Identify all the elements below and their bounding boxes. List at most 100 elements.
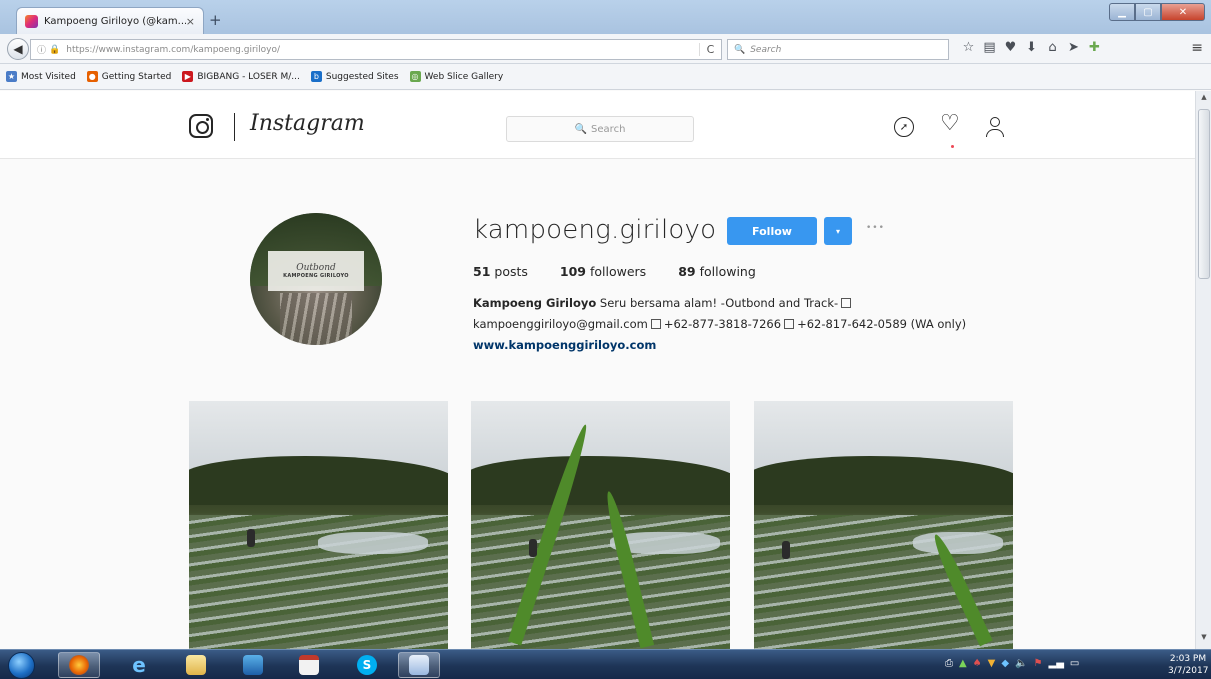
followers-label: followers xyxy=(589,264,647,279)
email-glyph-icon xyxy=(841,298,852,308)
posts-label: posts xyxy=(494,264,528,279)
bookmark-folder-icon: ★ xyxy=(6,71,17,82)
send-icon[interactable]: ➤ xyxy=(1063,40,1084,55)
bookmark-suggested-sites[interactable]: b Suggested Sites xyxy=(310,71,399,82)
profile-avatar[interactable]: Outbond KAMPOENG GIRILOYO xyxy=(250,213,382,345)
instagram-favicon-icon xyxy=(25,14,38,28)
notification-dot xyxy=(951,145,954,148)
bookmark-getting-started[interactable]: ● Getting Started xyxy=(86,71,171,82)
new-tab-button[interactable]: + xyxy=(209,11,222,29)
profile-username: kampoeng.giriloyo xyxy=(473,215,717,245)
lock-icon: 🔒 xyxy=(49,44,61,55)
tray-blue-icon[interactable]: ◆ xyxy=(1001,658,1009,669)
taskbar-word[interactable] xyxy=(398,652,440,678)
follow-button[interactable]: Follow xyxy=(727,217,817,245)
bookmark-label: BIGBANG - LOSER M/... xyxy=(197,71,300,82)
bookmark-bigbang[interactable]: ▶ BIGBANG - LOSER M/... xyxy=(182,71,300,82)
bookmark-star-icon[interactable]: ☆ xyxy=(958,40,979,55)
following-count: 89 xyxy=(678,264,696,279)
scroll-up-arrow-icon[interactable]: ▲ xyxy=(1196,93,1211,107)
signal-icon[interactable]: ▂▄ xyxy=(1049,658,1064,669)
whatsapp-glyph-icon xyxy=(784,319,795,329)
tray-red-icon[interactable]: ♠ xyxy=(973,658,982,669)
taskbar-internet-explorer[interactable]: e xyxy=(118,652,160,678)
bookmarks-toolbar: ★ Most Visited ● Getting Started ▶ BIGBA… xyxy=(0,64,1211,90)
tab-close-icon[interactable]: × xyxy=(186,15,195,28)
windows-taskbar: e S ⎙ ▲ ♠ ▼ ◆ 🔈 ⚑ ▂▄ ▭ 2:03 PM 3/7/2017 xyxy=(0,649,1211,679)
search-icon: 🔍 xyxy=(574,123,588,135)
phone-glyph-icon xyxy=(650,319,661,329)
suggestions-dropdown-button[interactable]: ▾ xyxy=(824,217,852,245)
battery-icon[interactable]: ▭ xyxy=(1070,658,1079,669)
skype-icon: S xyxy=(357,655,377,675)
following-stat[interactable]: 89 following xyxy=(678,264,756,279)
profile-bio: Kampoeng Giriloyo Seru bersama alam! -Ou… xyxy=(473,293,1013,356)
browser-search-box[interactable]: 🔍 Search xyxy=(727,39,949,60)
instagram-wordmark[interactable]: Instagram xyxy=(250,111,365,136)
more-options-button[interactable]: ••• xyxy=(866,223,885,233)
posts-stat: 51 posts xyxy=(473,264,528,279)
pocket-icon[interactable]: ♥ xyxy=(1000,40,1021,55)
firefox-icon: ● xyxy=(86,71,98,82)
start-button[interactable] xyxy=(8,652,35,679)
bookmarks-library-icon[interactable]: ▤ xyxy=(979,40,1000,55)
window-controls: ▁ ▢ ✕ xyxy=(1109,3,1205,21)
taskbar-firefox[interactable] xyxy=(58,652,100,678)
bookmark-label: Web Slice Gallery xyxy=(424,71,504,82)
printer-icon[interactable]: ⎙ xyxy=(945,658,953,669)
clock-date: 3/7/2017 xyxy=(1168,666,1209,676)
tray-green-icon[interactable]: ▲ xyxy=(959,658,967,669)
system-tray: ⎙ ▲ ♠ ▼ ◆ 🔈 ⚑ ▂▄ ▭ xyxy=(945,658,1079,669)
bookmark-web-slice-gallery[interactable]: ◎ Web Slice Gallery xyxy=(409,71,504,82)
url-text[interactable]: https://www.instagram.com/kampoeng.giril… xyxy=(66,45,699,55)
vertical-scrollbar[interactable]: ▲ ▼ xyxy=(1195,91,1211,649)
word-icon xyxy=(409,655,429,675)
scrollbar-thumb[interactable] xyxy=(1198,109,1210,279)
taskbar-calendar[interactable] xyxy=(288,652,330,678)
activity-heart-icon[interactable]: ♡ xyxy=(940,111,960,136)
profile-stats: 51 posts 109 followers 89 following xyxy=(473,264,788,279)
clock-time: 2:03 PM xyxy=(1169,654,1207,664)
internet-explorer-icon: e xyxy=(132,653,146,677)
volume-icon[interactable]: 🔈 xyxy=(1015,658,1027,669)
maximize-button[interactable]: ▢ xyxy=(1135,3,1161,21)
address-bar[interactable]: ⓘ 🔒 https://www.instagram.com/kampoeng.g… xyxy=(30,39,722,60)
followers-stat[interactable]: 109 followers xyxy=(560,264,646,279)
back-button[interactable]: ◀ xyxy=(7,38,29,60)
bookmark-label: Suggested Sites xyxy=(325,71,399,82)
bookmark-most-visited[interactable]: ★ Most Visited xyxy=(6,71,76,82)
menu-icon[interactable]: ≡ xyxy=(1191,40,1203,56)
toolbar-icons: ☆ ▤ ♥ ⬇ ⌂ ➤ ✚ xyxy=(958,40,1105,55)
instagram-logo-icon[interactable] xyxy=(189,114,213,138)
downloads-icon[interactable]: ⬇ xyxy=(1021,40,1042,55)
back-arrow-icon: ◀ xyxy=(13,42,23,56)
tray-shield-icon[interactable]: ▼ xyxy=(988,658,996,669)
reload-icon[interactable]: C xyxy=(699,43,721,56)
explore-compass-icon[interactable]: ➚ xyxy=(894,117,914,137)
posts-count: 51 xyxy=(473,264,491,279)
bio-tagline: Seru bersama alam! -Outbond and Track- xyxy=(599,296,839,310)
instagram-search-placeholder: Search xyxy=(591,123,626,135)
taskbar-media-player[interactable] xyxy=(232,652,274,678)
window-titlebar: Kampoeng Giriloyo (@kam... × + ▁ ▢ ✕ xyxy=(0,0,1211,34)
addon-icon[interactable]: ✚ xyxy=(1084,40,1105,55)
minimize-button[interactable]: ▁ xyxy=(1109,3,1135,21)
post-thumbnail[interactable] xyxy=(754,401,1013,649)
firefox-icon xyxy=(69,655,89,675)
browser-tab[interactable]: Kampoeng Giriloyo (@kam... × xyxy=(16,7,204,34)
bio-website-link[interactable]: www.kampoenggiriloyo.com xyxy=(473,338,656,352)
taskbar-skype[interactable]: S xyxy=(346,652,388,678)
flag-icon[interactable]: ⚑ xyxy=(1034,658,1043,669)
youtube-icon: ▶ xyxy=(182,71,194,82)
browser-search-placeholder: Search xyxy=(750,44,782,55)
info-icon[interactable]: ⓘ xyxy=(37,43,46,56)
close-window-button[interactable]: ✕ xyxy=(1161,3,1205,21)
scroll-down-arrow-icon[interactable]: ▼ xyxy=(1196,633,1211,647)
home-icon[interactable]: ⌂ xyxy=(1042,40,1063,55)
system-clock[interactable]: 2:03 PM 3/7/2017 xyxy=(1168,653,1208,677)
instagram-search-input[interactable]: 🔍 Search xyxy=(506,116,694,142)
taskbar-file-explorer[interactable] xyxy=(175,652,217,678)
post-thumbnail[interactable] xyxy=(189,401,448,649)
post-thumbnail[interactable] xyxy=(471,401,730,649)
profile-person-icon[interactable] xyxy=(986,117,1004,137)
